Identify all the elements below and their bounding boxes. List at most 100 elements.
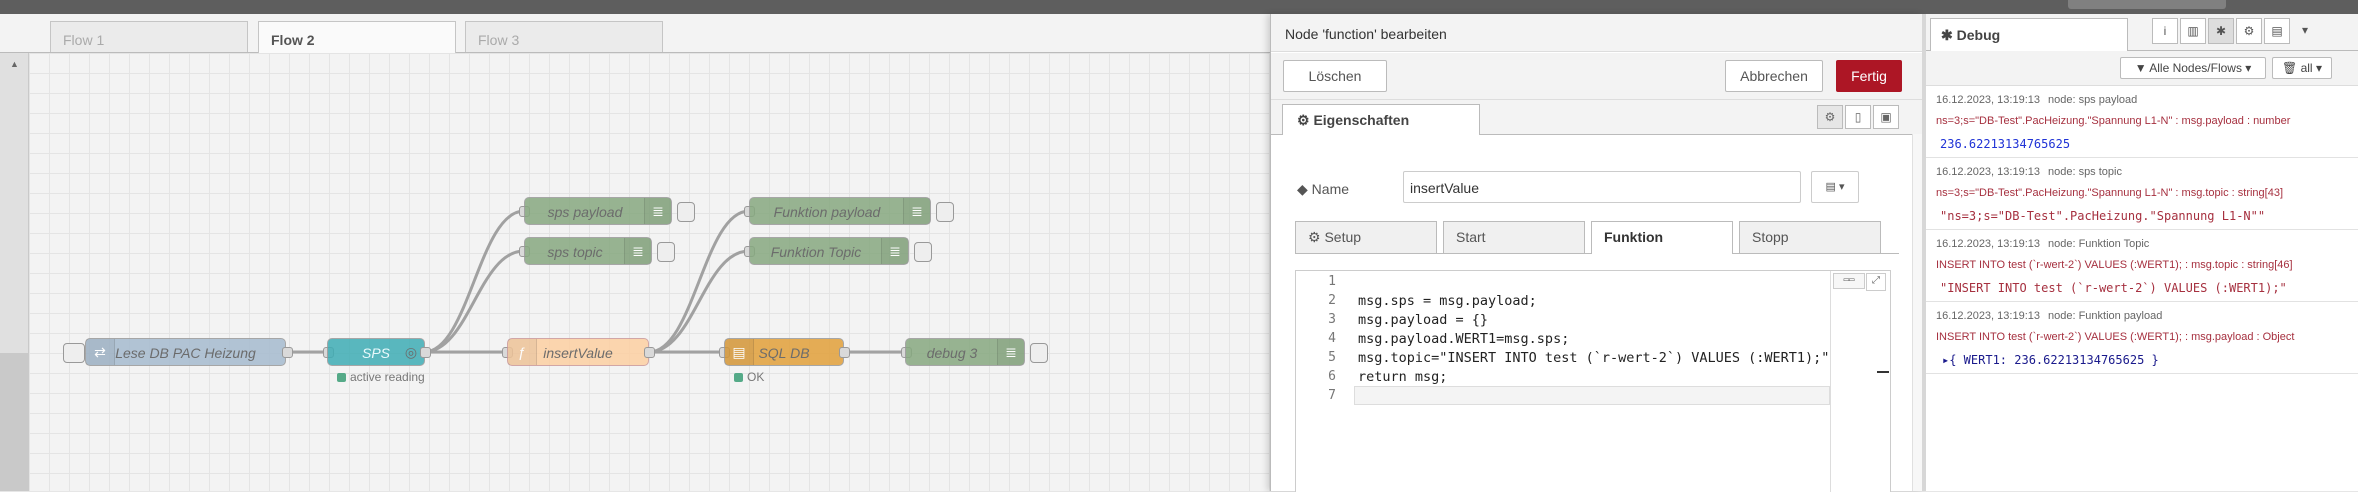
editor-scrollbar[interactable] (1830, 271, 1831, 492)
list-icon: ≣ (997, 339, 1024, 365)
code-editor[interactable]: 1 2 3 4 5 6 7 msg.sps = msg.payload; msg… (1295, 270, 1891, 492)
debug-message[interactable]: 16.12.2023, 13:19:13 node: sps topic ns=3… (1926, 158, 2358, 230)
list-icon: ≣ (644, 198, 671, 224)
code-line[interactable]: msg.topic="INSERT INTO test (`r-wert-2`)… (1358, 350, 1829, 366)
spspayload-toggle-button[interactable] (677, 202, 695, 222)
node-sqldb[interactable]: ▤ SQL DB (724, 338, 844, 366)
insert-output-port[interactable] (644, 347, 655, 358)
info-icon[interactable]: i (2152, 18, 2178, 44)
debug-sidebar: ✱ Debug i ▥ ✱ ⚙ ▤ ▾ ▼ Alle Nodes/Flows ▾… (1922, 14, 2358, 491)
icon-select-button[interactable]: ▤ ▾ (1811, 171, 1859, 203)
book-icon[interactable]: ▥ (2180, 18, 2206, 44)
appearance-tab-icon[interactable]: ▣ (1873, 105, 1899, 129)
wire-insert-fntopic (648, 249, 750, 354)
tab-start[interactable]: Start (1443, 221, 1585, 253)
inject-output-port[interactable] (282, 347, 293, 358)
collapse-caret-icon[interactable]: ▲ (10, 59, 19, 69)
clear-dropdown[interactable]: 🗑 all ▾ (2272, 57, 2332, 79)
settings-tab-icon[interactable]: ⚙ (1817, 105, 1843, 129)
tag-icon: ◆ (1297, 181, 1308, 197)
line-number: 7 (1328, 388, 1336, 403)
wire-sps-payload (423, 209, 525, 354)
cancel-button[interactable]: Abbrechen (1725, 60, 1823, 92)
flow-canvas[interactable]: ⇄ Lese DB PAC Heizung SPS ◎ active readi… (29, 53, 1270, 491)
code-options-icon[interactable]: ▭▭ (1833, 273, 1865, 289)
tab-debug[interactable]: ✱ Debug (1930, 18, 2128, 51)
name-label: ◆ Name (1297, 181, 1350, 197)
filter-icon: ▼ (2134, 61, 2147, 75)
expand-icon[interactable]: ⤢ (1866, 273, 1886, 291)
debug-toolbar: ▼ Alle Nodes/Flows ▾ 🗑 all ▾ (1926, 51, 2358, 86)
chevron-down-icon[interactable]: ▾ (2292, 18, 2318, 44)
tab-funktion[interactable]: Funktion (1591, 221, 1733, 254)
node-sps-topic[interactable]: sps topic ≣ (524, 237, 652, 265)
node-sps[interactable]: SPS ◎ (327, 338, 425, 366)
delete-button[interactable]: Löschen (1283, 60, 1387, 92)
line-number: 6 (1328, 369, 1336, 384)
tab-properties[interactable]: ⚙ Eigenschaften (1282, 104, 1480, 135)
sps-output-port[interactable] (420, 347, 431, 358)
palette-scrollbar[interactable] (0, 353, 28, 491)
tab-setup[interactable]: ⚙ Setup (1295, 221, 1437, 253)
name-input[interactable]: insertValue (1403, 171, 1801, 203)
trash-icon: 🗑 (2282, 61, 2298, 75)
node-insertvalue[interactable]: ƒ insertValue (507, 338, 649, 366)
wire-sps-topic (423, 249, 525, 354)
sps-status: active reading (337, 370, 425, 384)
line-number: 5 (1328, 350, 1336, 365)
line-number: 2 (1328, 293, 1336, 308)
deploy-button[interactable] (2068, 0, 2226, 9)
tab-flow-1[interactable]: Flow 1 (50, 21, 248, 52)
node-inject[interactable]: ⇄ Lese DB PAC Heizung (85, 338, 286, 366)
wire-insert-fnpayload (648, 209, 750, 354)
spstopic-toggle-button[interactable] (657, 242, 675, 262)
sql-output-port[interactable] (839, 347, 850, 358)
status-dot-icon (734, 373, 743, 382)
node-debug-3[interactable]: debug 3 ≣ (905, 338, 1025, 366)
done-button[interactable]: Fertig (1836, 60, 1902, 92)
node-sps-payload[interactable]: sps payload ≣ (524, 197, 672, 225)
debug-bug-icon[interactable]: ✱ (2208, 18, 2234, 44)
gear-icon: ⚙ (1297, 112, 1310, 128)
sidebar-tabbar: ✱ Debug i ▥ ✱ ⚙ ▤ ▾ (1926, 14, 2358, 51)
line-number: 3 (1328, 312, 1336, 327)
list-icon: ≣ (881, 238, 908, 264)
minimap-cursor (1877, 371, 1889, 373)
line-number: 1 (1328, 274, 1336, 289)
function-subtabbar: ⚙ Setup Start Funktion Stopp (1295, 207, 1899, 254)
bug-icon: ✱ (1941, 27, 1953, 43)
line-number: 4 (1328, 331, 1336, 346)
flow-tabbar: Flow 1 Flow 2 Flow 3 (0, 14, 1270, 53)
top-header-bar (0, 0, 2358, 14)
wires (287, 209, 905, 354)
fnpayload-toggle-button[interactable] (936, 202, 954, 222)
code-line[interactable]: msg.sps = msg.payload; (1358, 293, 1537, 309)
status-dot-icon (337, 373, 346, 382)
node-funktion-payload[interactable]: Funktion payload ≣ (749, 197, 931, 225)
tab-flow-3[interactable]: Flow 3 (465, 21, 663, 52)
debug-message[interactable]: 16.12.2023, 13:19:13 node: Funktion paylo… (1926, 302, 2358, 374)
properties-tabbar: ⚙ Eigenschaften ⚙ ▯ ▣ (1271, 100, 1923, 135)
workspace: Flow 1 Flow 2 Flow 3 ▲ ⇄ Lese DB PAC Hei… (0, 14, 1270, 491)
inject-trigger-button[interactable] (63, 343, 85, 363)
debug-message[interactable]: 16.12.2023, 13:19:13 node: sps payload ns… (1926, 86, 2358, 158)
fntopic-toggle-button[interactable] (914, 242, 932, 262)
code-line[interactable]: return msg; (1358, 369, 1447, 385)
debug3-toggle-button[interactable] (1030, 343, 1048, 363)
tab-flow-2[interactable]: Flow 2 (258, 21, 456, 53)
tab-stopp[interactable]: Stopp (1739, 221, 1881, 253)
gear-icon: ⚙ (1308, 229, 1321, 245)
code-line[interactable]: msg.payload.WERT1=msg.sps; (1358, 331, 1569, 347)
debug-message[interactable]: 16.12.2023, 13:19:13 node: Funktion Topic… (1926, 230, 2358, 302)
current-line-highlight (1354, 386, 1830, 405)
filter-dropdown[interactable]: ▼ Alle Nodes/Flows ▾ (2120, 57, 2266, 79)
node-funktion-topic[interactable]: Funktion Topic ≣ (749, 237, 909, 265)
gear-icon[interactable]: ⚙ (2236, 18, 2262, 44)
list-icon: ≣ (624, 238, 651, 264)
tray-button-row: Löschen Abbrechen Fertig (1271, 53, 1923, 100)
description-tab-icon[interactable]: ▯ (1845, 105, 1871, 129)
database-icon[interactable]: ▤ (2264, 18, 2290, 44)
palette-strip[interactable]: ▲ (0, 53, 29, 491)
code-line[interactable]: msg.payload = {} (1358, 312, 1488, 328)
tray-title: Node 'function' bearbeiten (1271, 14, 1923, 52)
